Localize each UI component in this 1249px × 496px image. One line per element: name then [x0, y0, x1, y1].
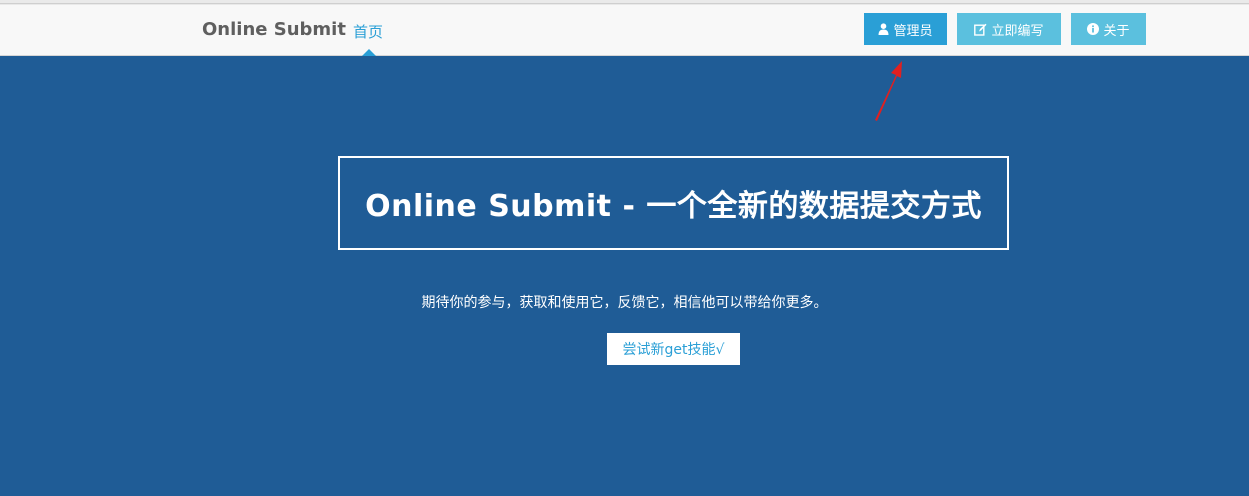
about-button[interactable]: 关于 — [1071, 13, 1146, 45]
hero-title-box: Online Submit - 一个全新的数据提交方式 — [338, 156, 1009, 250]
try-new-skill-button[interactable]: 尝试新get技能√ — [607, 333, 740, 365]
edit-icon — [974, 23, 987, 36]
window-top-edge — [0, 0, 1249, 4]
brand-logo[interactable]: Online Submit — [202, 19, 346, 40]
active-nav-indicator — [362, 49, 376, 56]
user-icon — [878, 23, 889, 35]
navbar: Online Submit 首页 管理员 立即编写 关于 — [0, 5, 1249, 56]
write-now-button[interactable]: 立即编写 — [957, 13, 1061, 45]
admin-button[interactable]: 管理员 — [864, 13, 947, 45]
hero-subtitle: 期待你的参与，获取和使用它，反馈它，相信他可以带给你更多。 — [421, 295, 828, 311]
admin-button-label: 管理员 — [893, 23, 933, 39]
hero-title: Online Submit - 一个全新的数据提交方式 — [365, 189, 982, 224]
info-icon — [1087, 23, 1100, 35]
about-button-label: 关于 — [1103, 23, 1130, 39]
nav-item-home[interactable]: 首页 — [353, 21, 383, 42]
hero-banner: Online Submit - 一个全新的数据提交方式 期待你的参与，获取和使用… — [0, 56, 1249, 496]
write-now-button-label: 立即编写 — [991, 23, 1044, 39]
